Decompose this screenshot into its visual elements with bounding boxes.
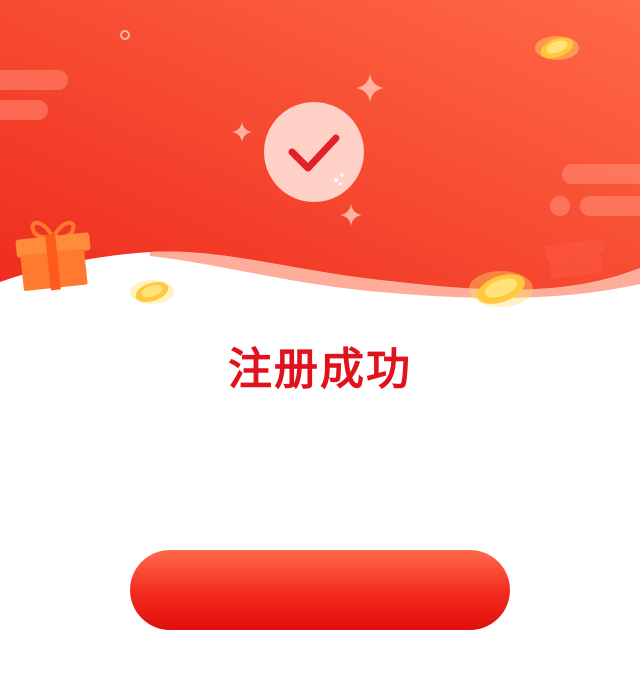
sparkle-icon (340, 204, 362, 226)
cloud-icon (550, 164, 640, 216)
cloud-icon (0, 70, 68, 120)
gold-coin-icon (469, 271, 533, 307)
gold-coin-icon (130, 280, 174, 304)
success-title: 注册成功 (228, 344, 412, 395)
ring-decoration-icon (120, 30, 130, 40)
gift-icon (15, 220, 91, 291)
check-icon (264, 102, 364, 202)
sparkle-icon (232, 122, 252, 142)
registration-success-dialog: 注册成功 (0, 0, 640, 680)
confirm-button[interactable] (130, 550, 510, 630)
sparkle-icon (356, 74, 384, 102)
gift-icon (545, 238, 605, 280)
gold-coin-icon (535, 36, 579, 60)
